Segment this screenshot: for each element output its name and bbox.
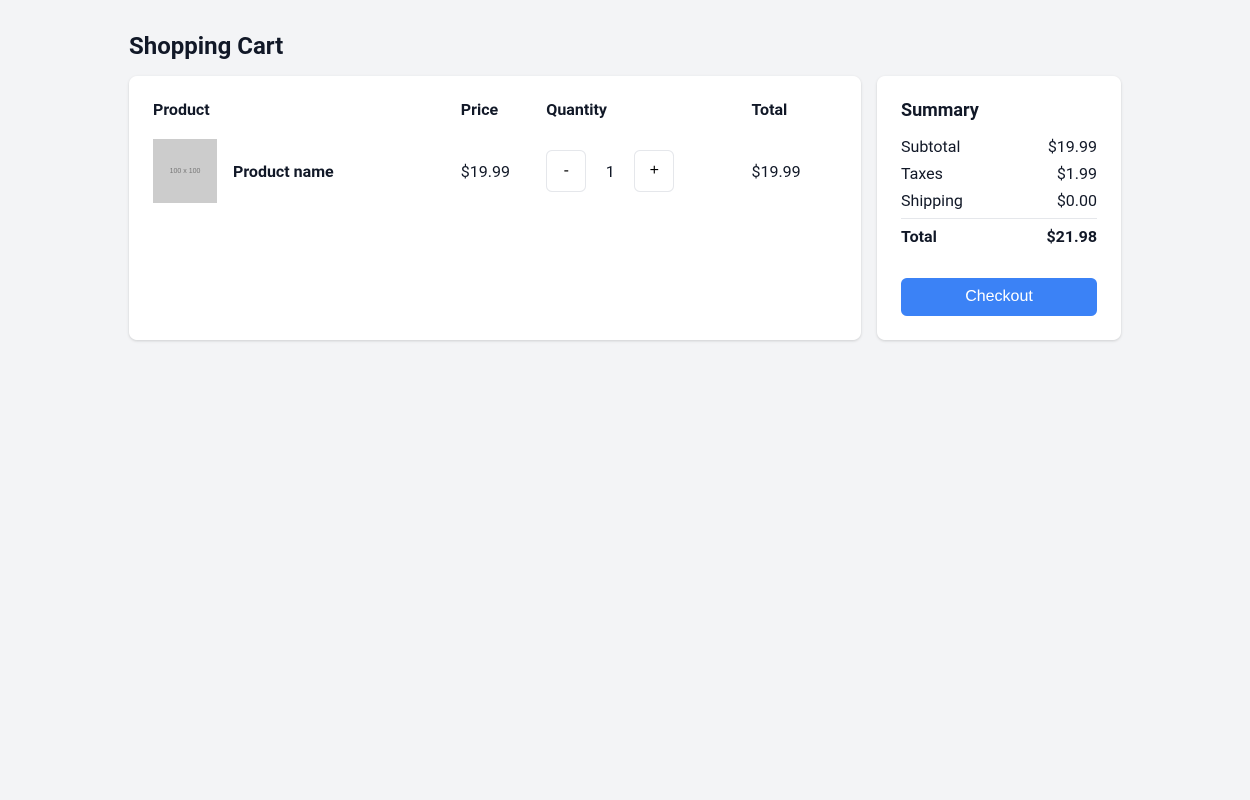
summary-row-subtotal: Subtotal $19.99 — [901, 137, 1097, 156]
divider — [901, 218, 1097, 219]
product-name: Product name — [233, 162, 334, 181]
col-header-quantity: Quantity — [546, 100, 751, 139]
summary-row-total: Total $21.98 — [901, 227, 1097, 246]
taxes-label: Taxes — [901, 164, 943, 183]
total-value: $21.98 — [1046, 227, 1097, 246]
subtotal-label: Subtotal — [901, 137, 960, 156]
table-row: 100 x 100 Product name $19.99 - 1 + — [153, 139, 837, 203]
summary-row-taxes: Taxes $1.99 — [901, 164, 1097, 183]
product-total: $19.99 — [751, 139, 837, 203]
products-table: Product Price Quantity Total 100 x 100 P… — [153, 100, 837, 203]
page-title: Shopping Cart — [129, 32, 1121, 60]
summary-card: Summary Subtotal $19.99 Taxes $1.99 Ship… — [877, 76, 1121, 340]
taxes-value: $1.99 — [1057, 164, 1097, 183]
summary-row-shipping: Shipping $0.00 — [901, 191, 1097, 210]
summary-title: Summary — [901, 100, 1097, 121]
shipping-value: $0.00 — [1057, 191, 1097, 210]
decrease-button[interactable]: - — [546, 150, 586, 192]
subtotal-value: $19.99 — [1048, 137, 1097, 156]
total-label: Total — [901, 227, 937, 246]
col-header-price: Price — [461, 100, 547, 139]
col-header-product: Product — [153, 100, 461, 139]
increase-button[interactable]: + — [634, 150, 674, 192]
product-price: $19.99 — [461, 139, 547, 203]
quantity-value: 1 — [586, 162, 634, 181]
shipping-label: Shipping — [901, 191, 963, 210]
quantity-stepper: - 1 + — [546, 150, 751, 192]
product-thumbnail: 100 x 100 — [153, 139, 217, 203]
col-header-total: Total — [751, 100, 837, 139]
products-card: Product Price Quantity Total 100 x 100 P… — [129, 76, 861, 340]
checkout-button[interactable]: Checkout — [901, 278, 1097, 316]
